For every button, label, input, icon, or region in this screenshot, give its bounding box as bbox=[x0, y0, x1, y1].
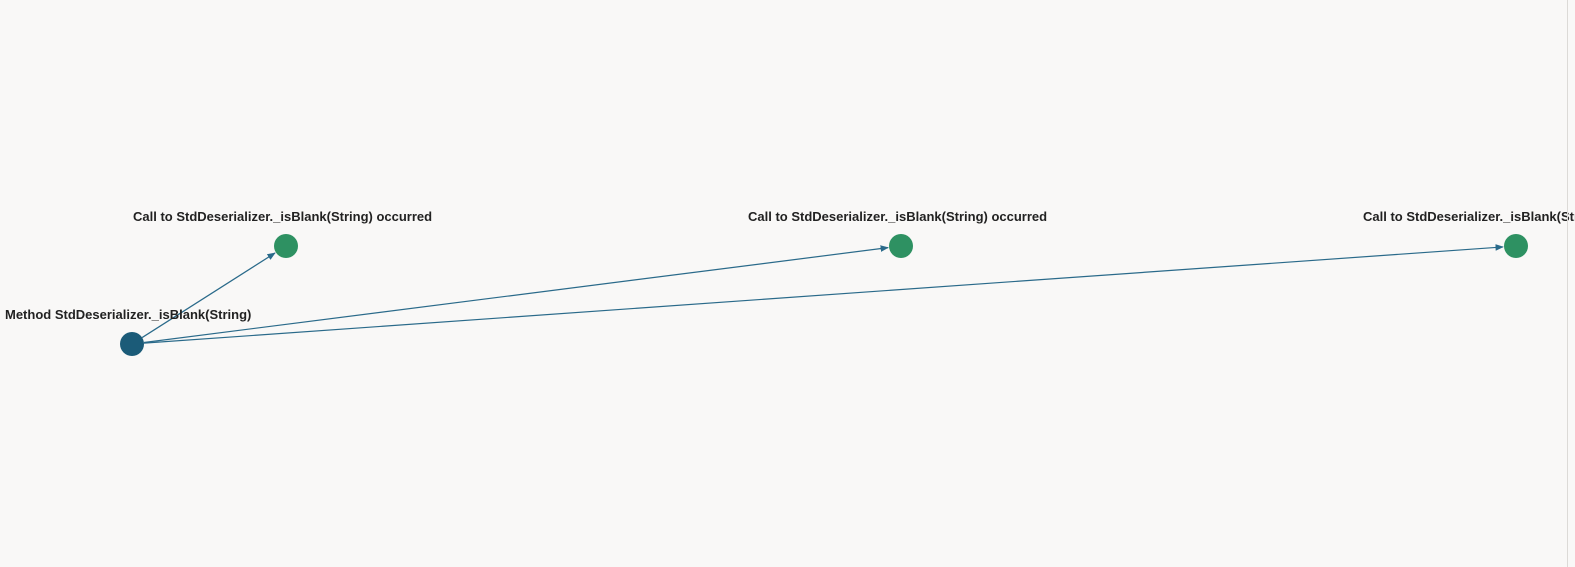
edge-method-to-call2[interactable] bbox=[143, 245, 889, 344]
graph-diagram[interactable]: Method StdDeserializer._isBlank(String) C… bbox=[0, 0, 1575, 567]
call-node-call1[interactable] bbox=[274, 234, 298, 258]
method-node-method[interactable] bbox=[120, 332, 144, 356]
node-label-call2: Call to StdDeserializer._isBlank(String)… bbox=[748, 209, 1047, 224]
edge-method-to-call3[interactable] bbox=[143, 244, 1504, 344]
call-node-call3[interactable] bbox=[1504, 234, 1528, 258]
labels-layer: Method StdDeserializer._isBlank(String) C… bbox=[5, 209, 1575, 322]
call-node-call2[interactable] bbox=[889, 234, 913, 258]
edge-method-to-call1[interactable] bbox=[141, 252, 276, 339]
graph-canvas[interactable]: Method StdDeserializer._isBlank(String) C… bbox=[0, 0, 1575, 567]
canvas-right-border bbox=[1567, 0, 1568, 567]
edges-layer bbox=[141, 244, 1504, 344]
node-label-call1: Call to StdDeserializer._isBlank(String)… bbox=[133, 209, 432, 224]
node-label-call3: Call to StdDeserializer._isBlank(String)… bbox=[1363, 209, 1575, 224]
node-label-method: Method StdDeserializer._isBlank(String) bbox=[5, 307, 251, 322]
